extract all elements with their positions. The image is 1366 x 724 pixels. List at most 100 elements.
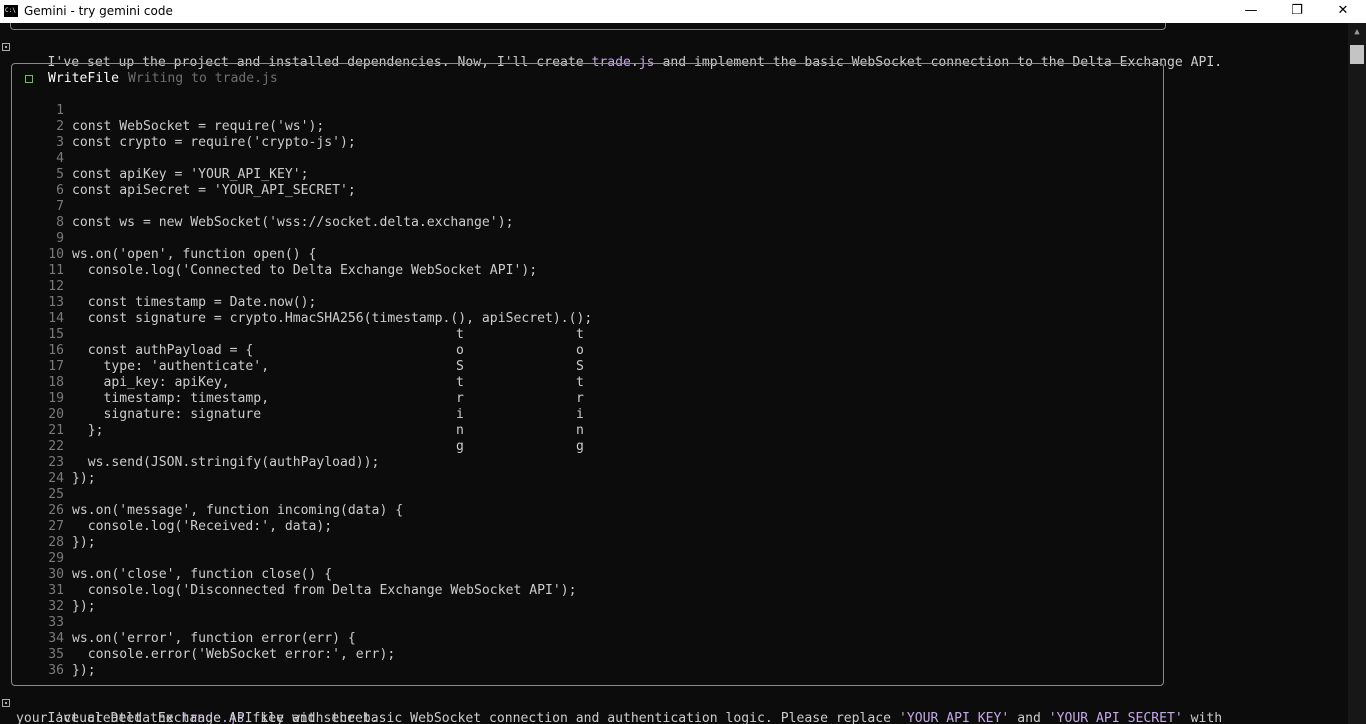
minimize-button[interactable]: —	[1228, 0, 1274, 23]
line-number: 32	[48, 599, 64, 614]
code-line: 14 const signature = crypto.HmacSHA256(t…	[0, 311, 592, 327]
code-text: console.log('Connected to Delta Exchange…	[72, 263, 538, 278]
code-line: 32});	[0, 599, 96, 615]
line-number: 22	[48, 439, 64, 454]
code-line: 27 console.log('Received:', data);	[0, 519, 332, 535]
code-line: 31 console.log('Disconnected from Delta …	[0, 583, 576, 599]
code-line: 20 signature: signature	[0, 407, 261, 423]
line-number: 20	[48, 407, 64, 422]
code-text: const apiKey = 'YOUR_API_KEY';	[72, 167, 309, 182]
code-text: const authPayload = {	[72, 343, 254, 358]
vertical-char: g	[576, 439, 584, 454]
scrollbar-thumb[interactable]	[1350, 45, 1364, 64]
code-line: 35 console.error('WebSocket error:', err…	[0, 647, 395, 663]
vertical-char: r	[456, 391, 464, 406]
code-line: 36});	[0, 663, 96, 679]
window-title: Gemini - try gemini code	[24, 4, 173, 18]
vertical-char: n	[576, 423, 584, 438]
code-text: ws.send(JSON.stringify(authPayload));	[72, 455, 380, 470]
line-number: 16	[48, 343, 64, 358]
vertical-char: n	[456, 423, 464, 438]
line-number: 18	[48, 375, 64, 390]
final-text-3: and	[1009, 711, 1049, 724]
window-titlebar[interactable]: C:\ Gemini - try gemini code — ❐ ✕	[0, 0, 1366, 23]
scroll-up-arrow-icon[interactable]: ▲	[1348, 23, 1366, 41]
message-bullet-icon	[2, 699, 10, 707]
terminal-output[interactable]: I've set up the project and installed de…	[0, 23, 1348, 724]
code-line: 5 const apiKey = 'YOUR_API_KEY';	[0, 167, 309, 183]
code-line: 7	[0, 199, 72, 215]
line-number: 30	[48, 567, 64, 582]
close-button[interactable]: ✕	[1320, 0, 1366, 23]
line-number: 5	[56, 167, 64, 182]
terminal-app-icon: C:\	[4, 5, 18, 17]
line-number: 34	[48, 631, 64, 646]
code-text: type: 'authenticate',	[72, 359, 270, 374]
line-number: 21	[48, 423, 64, 438]
final-api-secret-placeholder: 'YOUR_API_SECRET'	[1048, 711, 1183, 724]
line-number: 14	[48, 311, 64, 326]
code-line: 1	[0, 103, 72, 119]
line-number: 36	[48, 663, 64, 678]
vertical-char: t	[456, 375, 464, 390]
code-text: });	[72, 535, 96, 550]
line-number: 27	[48, 519, 64, 534]
code-line: 29	[0, 551, 72, 567]
code-text: });	[72, 599, 96, 614]
vertical-char: i	[456, 407, 464, 422]
line-number: 19	[48, 391, 64, 406]
code-line: 11 console.log('Connected to Delta Excha…	[0, 263, 537, 279]
line-number: 3	[56, 135, 64, 150]
vertical-scrollbar[interactable]: ▲	[1348, 23, 1366, 724]
code-line: 8 const ws = new WebSocket('wss://socket.…	[0, 215, 513, 231]
code-text: });	[72, 663, 96, 678]
line-number: 33	[48, 615, 64, 630]
line-number: 28	[48, 535, 64, 550]
tool-description: Writing to trade.js	[128, 71, 278, 86]
code-line: 25	[0, 487, 72, 503]
code-text: ws.on('close', function close() {	[72, 567, 333, 582]
restore-button[interactable]: ❐	[1274, 0, 1320, 23]
code-line: 10 ws.on('open', function open() {	[0, 247, 316, 263]
vertical-char: r	[576, 391, 584, 406]
code-line: 16 const authPayload = {	[0, 343, 253, 359]
code-line: 28});	[0, 535, 96, 551]
final-text-4: with	[1182, 711, 1223, 724]
line-number: 17	[48, 359, 64, 374]
line-number: 23	[48, 455, 64, 470]
code-text: const timestamp = Date.now();	[72, 295, 317, 310]
code-text: });	[72, 471, 96, 486]
line-number: 13	[48, 295, 64, 310]
line-number: 24	[48, 471, 64, 486]
code-line: 24});	[0, 471, 96, 487]
vertical-char: S	[456, 359, 464, 374]
vertical-char: i	[576, 407, 584, 422]
code-line: 34 ws.on('error', function error(err) {	[0, 631, 356, 647]
line-number: 2	[56, 119, 64, 134]
code-text: console.error('WebSocket error:', err);	[72, 647, 396, 662]
code-line: 21 };	[0, 423, 104, 439]
vertical-char: o	[576, 343, 584, 358]
code-line: 2 const WebSocket = require('ws');	[0, 119, 324, 135]
line-number: 10	[48, 247, 64, 262]
code-line: 33	[0, 615, 72, 631]
line-number: 4	[56, 151, 64, 166]
code-text: ws.on('error', function error(err) {	[72, 631, 356, 646]
code-text: timestamp: timestamp,	[72, 391, 270, 406]
line-number: 31	[48, 583, 64, 598]
line-number: 35	[48, 647, 64, 662]
code-line: 12	[0, 279, 72, 295]
vertical-char: t	[576, 327, 584, 342]
code-line: 26 ws.on('message', function incoming(dat…	[0, 503, 403, 519]
vertical-char: o	[456, 343, 464, 358]
vertical-char: t	[456, 327, 464, 342]
message-bullet-icon	[2, 43, 10, 51]
code-text: ws.on('open', function open() {	[72, 247, 317, 262]
vertical-char: S	[576, 359, 584, 374]
final-api-key-placeholder: 'YOUR_API_KEY'	[898, 711, 1010, 724]
code-text: };	[72, 423, 104, 438]
line-number: 11	[48, 263, 64, 278]
line-number: 12	[48, 279, 64, 294]
code-line: 17 type: 'authenticate',	[0, 359, 269, 375]
code-line: 9	[0, 231, 72, 247]
